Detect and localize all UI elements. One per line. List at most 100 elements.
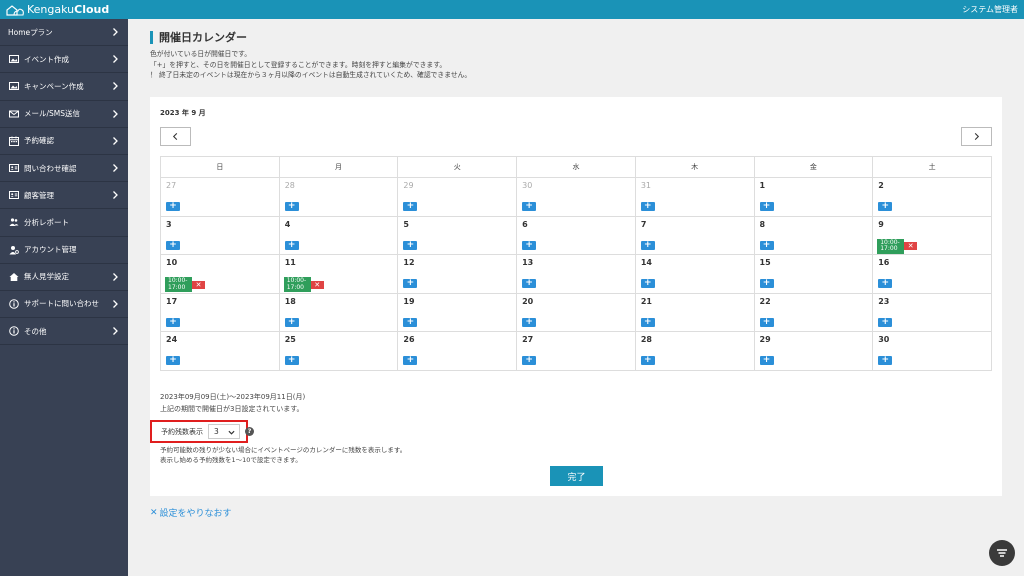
- day-number: 17: [166, 296, 178, 306]
- add-date-button[interactable]: +: [522, 279, 537, 288]
- day-number: 27: [166, 181, 177, 190]
- day-number: 6: [522, 219, 528, 229]
- day-number: 22: [759, 296, 771, 306]
- calendar-card: 2023 年 9 月 日月火水木金土 27 +28 +29 +30 +31 +1 +2 +3 +…: [150, 97, 1002, 496]
- add-date-button[interactable]: +: [878, 279, 893, 288]
- calendar-day-cell: 16 +: [872, 254, 992, 294]
- add-date-button[interactable]: +: [522, 202, 537, 211]
- calendar-day-cell: 17 +: [160, 292, 280, 332]
- add-date-button[interactable]: +: [878, 317, 893, 327]
- add-date-button[interactable]: +: [166, 317, 180, 327]
- calendar-day-cell: 26 +: [397, 331, 518, 371]
- sidebar-item[interactable]: 顧客管理: [0, 182, 128, 210]
- event-slot: 10:00- 17:00 ✕: [165, 277, 205, 292]
- weekday-label: 月: [278, 156, 399, 178]
- day-number: 11: [284, 258, 296, 267]
- weekday-label: 木: [634, 156, 755, 178]
- event-slot: 10:00- 17:00 ✕: [877, 238, 918, 254]
- add-date-button[interactable]: +: [640, 279, 655, 288]
- remaining-desc-line: 予約可能数の残りが少ない場合にイベントページのカレンダーに残数を表示します。: [160, 446, 407, 454]
- day-number: 20: [522, 296, 534, 306]
- calendar-day-cell: 12 +: [397, 254, 518, 294]
- add-date-button[interactable]: +: [403, 317, 418, 327]
- close-icon: ✕: [150, 507, 158, 518]
- day-number: 21: [640, 296, 652, 306]
- floating-menu-button[interactable]: [989, 540, 1015, 566]
- calendar-week-row: 3 +4 +5 +6 +7 +8 +9 10:00- 17:00 ✕: [160, 215, 992, 255]
- day-number: 27: [522, 335, 534, 344]
- image-icon: [8, 54, 19, 65]
- event-time-button[interactable]: 10:00- 17:00: [283, 277, 311, 292]
- day-number: 4: [284, 219, 291, 229]
- add-date-button[interactable]: +: [284, 240, 299, 250]
- add-date-button[interactable]: +: [403, 202, 418, 211]
- sidebar-item[interactable]: Homeプラン: [0, 19, 128, 47]
- user-menu[interactable]: システム管理者: [962, 4, 1018, 15]
- sidebar-item[interactable]: サポートに問い合わせ: [0, 291, 128, 319]
- add-date-button[interactable]: +: [403, 356, 418, 365]
- help-icon[interactable]: ?: [245, 427, 254, 436]
- sidebar-item[interactable]: イベント作成: [0, 46, 128, 74]
- calendar-day-cell: 22 +: [753, 292, 874, 332]
- sidebar-item[interactable]: 問い合わせ確認: [0, 155, 128, 183]
- add-date-button[interactable]: +: [284, 317, 299, 327]
- sidebar-item-label: Homeプラン: [8, 27, 53, 37]
- add-date-button[interactable]: +: [166, 356, 180, 365]
- calendar-day-cell: 23 +: [872, 292, 992, 332]
- sidebar-item[interactable]: メール/SMS送信: [0, 101, 128, 128]
- add-date-button[interactable]: +: [522, 240, 537, 250]
- sidebar-item[interactable]: 無人見学設定: [0, 264, 128, 291]
- done-button[interactable]: 完了: [550, 466, 603, 486]
- add-date-button[interactable]: +: [759, 202, 774, 211]
- event-time-button[interactable]: 10:00- 17:00: [165, 277, 192, 292]
- title-accent-bar: [150, 30, 153, 44]
- add-date-button[interactable]: +: [640, 202, 655, 211]
- sidebar-item[interactable]: その他: [0, 318, 128, 346]
- chevron-down-icon: [228, 430, 235, 435]
- add-date-button[interactable]: +: [403, 279, 418, 288]
- calendar-body: 27 +28 +29 +30 +31 +1 +2 +3 +4 +5 +6 +7 +8 +9 10:00- 1…: [160, 177, 992, 371]
- delete-event-button[interactable]: ✕: [310, 280, 324, 289]
- add-date-button[interactable]: +: [166, 202, 180, 211]
- delete-event-button[interactable]: ✕: [904, 242, 918, 250]
- add-date-button[interactable]: +: [403, 240, 418, 250]
- add-date-button[interactable]: +: [522, 356, 537, 365]
- calendar-day-cell: 8 +: [753, 215, 874, 255]
- add-date-button[interactable]: +: [640, 240, 655, 250]
- sidebar-item-label: イベント作成: [24, 54, 69, 64]
- add-date-button[interactable]: +: [522, 317, 537, 327]
- day-number: 30: [522, 181, 533, 190]
- sidebar-item[interactable]: 分析レポート: [0, 209, 128, 237]
- month-label: 2023 年 9 月: [160, 109, 206, 117]
- weekday-label: 金: [753, 156, 874, 178]
- add-date-button[interactable]: +: [640, 317, 655, 327]
- sidebar-item[interactable]: キャンペーン作成: [0, 73, 128, 101]
- app-logo[interactable]: Kengaku Cloud: [6, 2, 109, 17]
- add-date-button[interactable]: +: [878, 202, 893, 211]
- prev-month-button[interactable]: [160, 127, 191, 146]
- day-number: 30: [878, 335, 890, 344]
- add-date-button[interactable]: +: [640, 356, 655, 365]
- info-icon: [8, 298, 19, 309]
- add-date-button[interactable]: +: [166, 240, 180, 250]
- add-date-button[interactable]: +: [878, 356, 893, 365]
- add-date-button[interactable]: +: [759, 240, 774, 250]
- next-month-button[interactable]: [961, 127, 992, 146]
- add-date-button[interactable]: +: [284, 356, 299, 365]
- mail-icon: [8, 108, 19, 119]
- add-date-button[interactable]: +: [759, 356, 774, 365]
- add-date-button[interactable]: +: [284, 202, 299, 211]
- delete-event-button[interactable]: ✕: [192, 280, 205, 289]
- day-number: 9: [878, 219, 884, 229]
- range-note: 上記の期間で開催日が3日設定されています。: [160, 405, 304, 413]
- sidebar-item[interactable]: アカウント管理: [0, 237, 128, 264]
- id-card-icon: [8, 163, 19, 174]
- event-time-button[interactable]: 10:00- 17:00: [877, 238, 905, 254]
- add-date-button[interactable]: +: [759, 279, 774, 288]
- chevron-right-icon: [113, 55, 118, 64]
- add-date-button[interactable]: +: [759, 317, 774, 327]
- sidebar-item[interactable]: 予約確認: [0, 128, 128, 155]
- reset-settings-link[interactable]: ✕ 設定をやりなおす: [150, 506, 232, 520]
- day-number: 12: [403, 258, 415, 267]
- remaining-count-select[interactable]: 3: [208, 424, 240, 439]
